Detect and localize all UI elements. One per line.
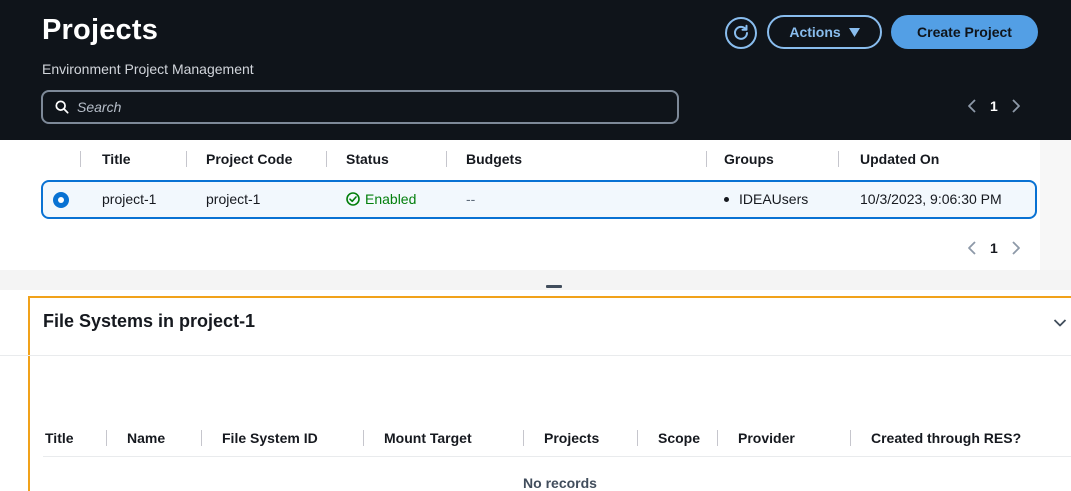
chevron-left-icon[interactable] [966, 98, 978, 114]
split-panel-gap [0, 270, 1071, 290]
caret-down-icon [848, 27, 860, 37]
radio-dot [58, 197, 64, 203]
search-input[interactable] [69, 92, 677, 122]
fs-column-header-provider[interactable]: Provider [738, 429, 795, 447]
fs-column-header-title[interactable]: Title [45, 429, 74, 447]
fs-column-header-name[interactable]: Name [127, 429, 165, 447]
list-bullet [724, 196, 729, 202]
refresh-icon [734, 24, 748, 40]
row-radio-button[interactable] [53, 192, 69, 208]
empty-state-text: No records [523, 475, 597, 491]
chevron-right-icon[interactable] [1010, 240, 1022, 256]
column-header-status[interactable]: Status [346, 150, 389, 168]
column-divider [326, 151, 327, 167]
page-title: Projects [42, 14, 159, 46]
cell-project-code: project-1 [206, 191, 261, 207]
column-divider [363, 430, 364, 446]
fs-column-header-scope[interactable]: Scope [658, 429, 700, 447]
search-box[interactable] [41, 90, 679, 124]
fs-column-header-file-system-id[interactable]: File System ID [222, 429, 318, 447]
column-divider [523, 430, 524, 446]
column-header-project-code[interactable]: Project Code [206, 150, 292, 168]
column-divider [106, 430, 107, 446]
cell-groups: IDEAUsers [724, 190, 808, 208]
column-header-groups[interactable]: Groups [724, 150, 774, 168]
column-divider [850, 430, 851, 446]
pagination-bottom: 1 [966, 240, 1022, 256]
column-divider [838, 151, 839, 167]
file-systems-panel-title: File Systems in project-1 [43, 311, 256, 331]
create-project-button[interactable]: Create Project [891, 15, 1038, 49]
panel-margin [0, 296, 28, 491]
page-number[interactable]: 1 [990, 240, 998, 256]
chevron-right-icon[interactable] [1010, 98, 1022, 114]
cell-status: Enabled [346, 190, 416, 208]
table-scroll-gutter [1040, 140, 1071, 270]
status-text: Enabled [365, 191, 417, 207]
cell-budgets: -- [466, 191, 476, 207]
column-header-updated-on[interactable]: Updated On [860, 150, 939, 168]
cell-title: project-1 [102, 191, 157, 207]
search-icon [55, 100, 69, 114]
fs-column-header-projects[interactable]: Projects [544, 429, 599, 447]
refresh-button[interactable] [725, 17, 757, 49]
fs-column-header-mount-target[interactable]: Mount Target [384, 429, 472, 447]
column-divider [201, 430, 202, 446]
split-panel-resize-handle[interactable] [546, 285, 562, 288]
column-divider [80, 151, 81, 167]
pagination-top: 1 [966, 98, 1022, 114]
column-divider [186, 151, 187, 167]
page-number[interactable]: 1 [990, 98, 998, 114]
group-name: IDEAUsers [739, 191, 809, 207]
check-circle-icon [346, 192, 360, 206]
page-header: Projects Environment Project Management … [0, 0, 1071, 140]
column-divider [717, 430, 718, 446]
page-subtitle: Environment Project Management [42, 61, 254, 77]
actions-dropdown-button[interactable]: Actions [767, 15, 882, 49]
column-divider [637, 430, 638, 446]
panel-header-divider [0, 355, 1071, 356]
column-divider [446, 151, 447, 167]
table-header-divider [43, 456, 1071, 457]
chevron-left-icon[interactable] [966, 240, 978, 256]
actions-button-label: Actions [789, 24, 841, 40]
fs-column-header-created-through-res[interactable]: Created through RES? [871, 429, 1021, 447]
column-header-title[interactable]: Title [102, 150, 131, 168]
cell-updated-on: 10/3/2023, 9:06:30 PM [860, 191, 1002, 207]
column-header-budgets[interactable]: Budgets [466, 150, 522, 168]
column-divider [706, 151, 707, 167]
chevron-down-icon[interactable] [1053, 318, 1067, 328]
